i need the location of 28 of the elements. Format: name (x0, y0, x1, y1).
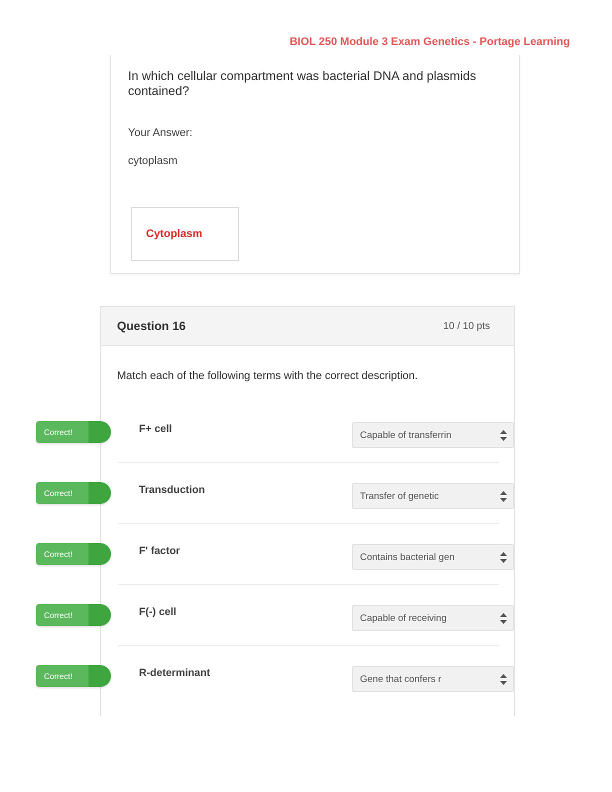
page-header-title: BIOL 250 Module 3 Exam Genetics - Portage Learning (290, 35, 570, 49)
dropdown-caret-icon (500, 430, 507, 440)
result-flag: Correct! (36, 665, 111, 687)
answer-dropdown[interactable]: Transfer of genetic (352, 483, 514, 509)
dropdown-caret-icon (500, 612, 507, 624)
result-flag: Correct! (36, 421, 111, 443)
dropdown-caret-icon (500, 490, 507, 502)
match-term: R-determinant (139, 667, 210, 679)
question-prompt: In which cellular compartment was bacterial DNA and plasmids contained? (128, 69, 478, 99)
answer-label: Your Answer: (128, 127, 192, 139)
result-flag: Correct! (36, 604, 111, 626)
dropdown-caret-icon (500, 674, 507, 684)
match-term: F+ cell (139, 423, 172, 435)
answer-dropdown[interactable]: Capable of transferrin (352, 422, 514, 448)
answer-dropdown[interactable]: Capable of receiving (352, 605, 514, 631)
answer-text: cytoplasm (128, 155, 178, 167)
question-points: 10 / 10 pts (443, 320, 490, 332)
match-term: F' factor (139, 545, 180, 557)
question-prompt: Match each of the following terms with the correct description. (116, 369, 419, 384)
question-title: Question 16 (117, 319, 186, 333)
answer-dropdown[interactable]: Gene that confers r (352, 666, 514, 692)
comment-text: Cytoplasm (146, 228, 202, 240)
match-term: Transduction (139, 484, 205, 496)
answer-dropdown[interactable]: Contains bacterial gen (352, 544, 514, 570)
result-flag: Correct! (36, 482, 111, 504)
result-flag: Correct! (36, 543, 111, 565)
dropdown-caret-icon (500, 552, 507, 562)
match-term: F(-) cell (139, 606, 176, 618)
